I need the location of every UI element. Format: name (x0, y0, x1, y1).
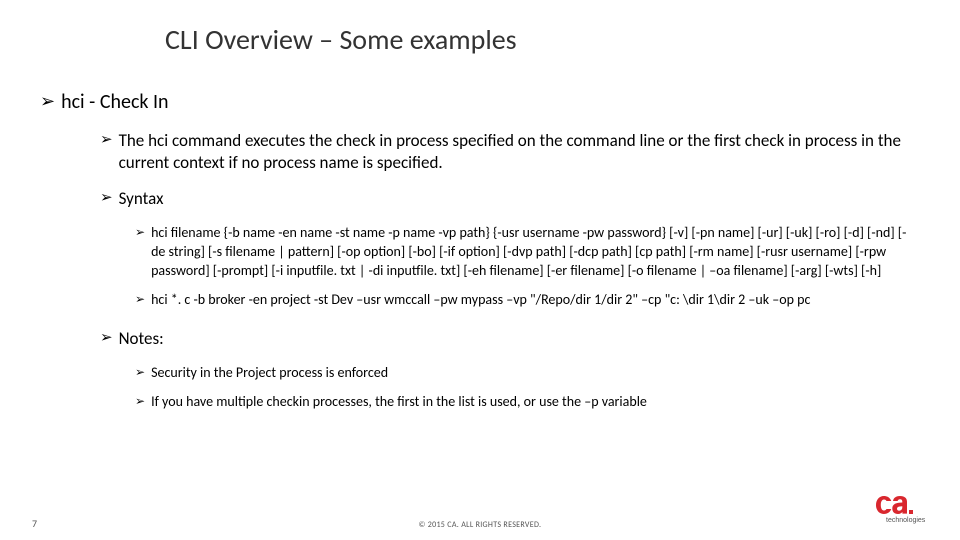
bullet-text: hci *. c -b broker -en project -st Dev –… (151, 291, 810, 310)
bullet-level2-notes: ➢ Notes: (100, 328, 920, 350)
bullet-text: Notes: (119, 328, 164, 350)
arrow-icon: ➢ (135, 366, 145, 378)
bullet-text: The hci command executes the check in pr… (119, 130, 920, 174)
bullet-level2-syntax: ➢ Syntax (100, 188, 920, 210)
arrow-icon: ➢ (135, 293, 145, 305)
arrow-icon: ➢ (100, 190, 113, 205)
arrow-icon: ➢ (100, 330, 113, 345)
bullet-level2-desc: ➢ The hci command executes the check in … (100, 130, 920, 174)
bullet-level3-syntax1: ➢ hci filename {-b name -en name -st nam… (135, 224, 920, 281)
slide-footer: 7 © 2015 CA. ALL RIGHTS RESERVED. techno… (0, 510, 960, 530)
arrow-icon: ➢ (100, 132, 113, 147)
bullet-text: Security in the Project process is enfor… (151, 364, 388, 383)
arrow-icon: ➢ (135, 226, 145, 238)
ca-technologies-logo: technologies (876, 496, 930, 524)
arrow-icon: ➢ (40, 92, 55, 110)
logo-subtext: technologies (886, 517, 926, 524)
bullet-text: hci - Check In (61, 90, 168, 114)
slide-title: CLI Overview – Some examples (165, 22, 517, 57)
bullet-level3-syntax2: ➢ hci *. c -b broker -en project -st Dev… (135, 291, 920, 310)
bullet-level3-note2: ➢ If you have multiple checkin processes… (135, 393, 920, 412)
copyright-text: © 2015 CA. ALL RIGHTS RESERVED. (0, 520, 960, 530)
bullet-level3-note1: ➢ Security in the Project process is enf… (135, 364, 920, 383)
bullet-text: hci filename {-b name -en name -st name … (151, 224, 920, 281)
bullet-level1-hci: ➢ hci - Check In (40, 90, 920, 114)
content-area: ➢ hci - Check In ➢ The hci command execu… (40, 90, 920, 422)
bullet-text: Syntax (119, 188, 164, 210)
bullet-text: If you have multiple checkin processes, … (151, 393, 647, 412)
slide: { "title": "CLI Overview – Some examples… (0, 0, 960, 540)
arrow-icon: ➢ (135, 395, 145, 407)
